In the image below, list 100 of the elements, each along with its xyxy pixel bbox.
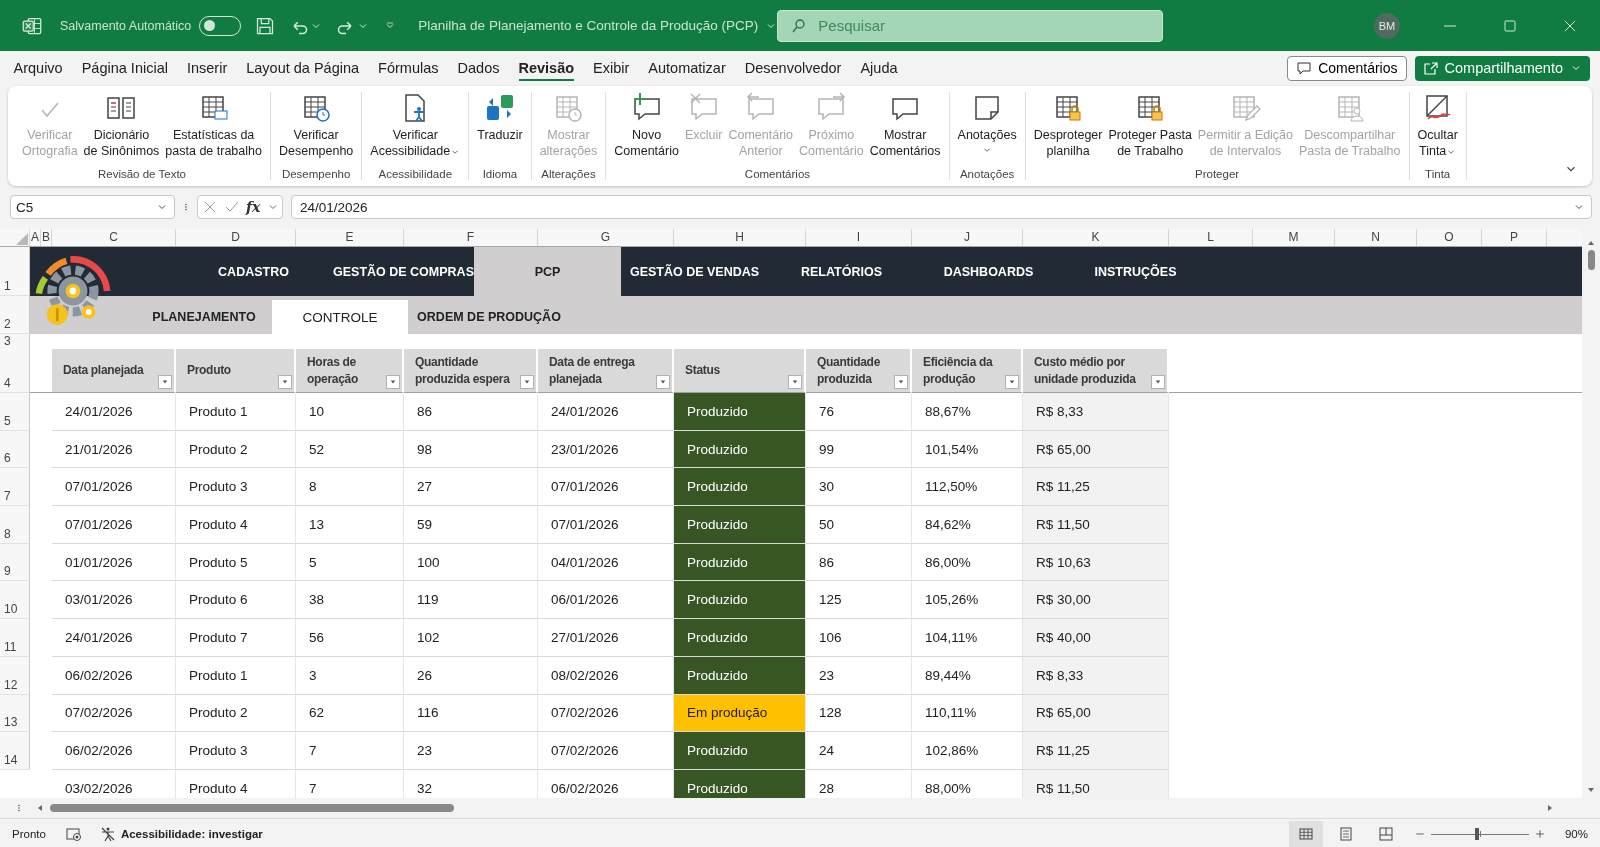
filter-dropdown-button[interactable] <box>158 375 172 389</box>
filter-dropdown-button[interactable] <box>278 375 292 389</box>
nav-tab[interactable]: GESTÃO DE COMPRAS <box>327 247 474 296</box>
cancel-icon[interactable] <box>202 199 218 215</box>
formula-field[interactable]: 24/01/2026 <box>291 195 1592 219</box>
nav-tab[interactable]: RELATÓRIOS <box>768 247 915 296</box>
column-header[interactable]: B <box>41 229 52 246</box>
column-header[interactable]: F <box>404 229 538 246</box>
column-header[interactable]: L <box>1169 229 1253 246</box>
ribbon-button[interactable]: Verificar Acessibilidade <box>367 92 464 159</box>
ribbon-button[interactable]: Novo Comentário <box>611 92 682 159</box>
ribbon-tab[interactable]: Exibir <box>583 54 639 82</box>
column-header[interactable]: C <box>52 229 176 246</box>
nav-tab[interactable]: DASHBOARDS <box>915 247 1062 296</box>
row-header[interactable]: 13 <box>0 694 30 733</box>
ribbon-tab[interactable]: Dados <box>448 54 509 82</box>
maximize-icon[interactable] <box>1502 17 1518 34</box>
ribbon-button[interactable]: Anotações <box>954 92 1020 155</box>
sub-tab[interactable]: ORDEM DE PRODUÇÃO <box>408 300 570 334</box>
ribbon-button[interactable]: Estatísticas da pasta de trabalho <box>162 92 265 159</box>
column-header[interactable]: E <box>296 229 404 246</box>
sub-tab[interactable]: PLANEJAMENTO <box>136 300 272 334</box>
table-cell: R$ 40,00 <box>1023 619 1169 657</box>
scroll-up-icon[interactable] <box>1586 239 1596 247</box>
column-title: Produto <box>176 349 296 393</box>
ribbon-button[interactable]: Desproteger planilha <box>1030 92 1106 159</box>
filter-dropdown-button[interactable] <box>520 375 534 389</box>
column-header[interactable]: D <box>176 229 296 246</box>
ribbon-tab[interactable]: Página Inicial <box>72 54 178 82</box>
row-header[interactable]: 5 <box>0 393 30 431</box>
row-header[interactable]: 12 <box>0 656 30 695</box>
accessibility-icon[interactable] <box>99 826 116 842</box>
ribbon-button[interactable]: Traduzir <box>474 92 526 143</box>
scroll-thumb[interactable] <box>1587 250 1595 270</box>
ribbon-tab[interactable]: Ajuda <box>850 54 908 82</box>
column-header[interactable]: I <box>806 229 912 246</box>
nav-tab[interactable]: INSTRUÇÕES <box>1062 247 1209 296</box>
row-header[interactable]: 11 <box>0 619 30 657</box>
ribbon-tab[interactable]: Arquivo <box>4 54 73 82</box>
ribbon-button[interactable]: Dicionário de Sinônimos <box>80 92 163 159</box>
row-header[interactable]: 6 <box>0 430 30 469</box>
ribbon-tab[interactable]: Layout da Página <box>236 54 369 82</box>
row-header[interactable]: 2 <box>0 296 30 334</box>
row-header[interactable]: 14 <box>0 732 30 770</box>
scroll-left-icon[interactable] <box>36 803 44 813</box>
zoom-slider[interactable] <box>1430 828 1529 840</box>
page-break-icon <box>1377 826 1394 842</box>
nav-tab[interactable]: GESTÃO DE VENDAS <box>621 247 768 296</box>
column-header[interactable]: A <box>30 229 41 246</box>
filter-dropdown-button[interactable] <box>1005 375 1019 389</box>
workbook-title[interactable]: Planilha de Planejamento e Controle da Produção (PCP) <box>418 18 778 33</box>
row-header[interactable]: 8 <box>0 506 30 544</box>
filter-dropdown-button[interactable] <box>656 375 670 389</box>
row-header[interactable]: 9 <box>0 543 30 582</box>
search-field[interactable]: Pesquisar <box>777 9 1164 42</box>
row-header[interactable]: 10 <box>0 581 30 620</box>
view-button[interactable] <box>1288 821 1323 847</box>
ribbon-tab[interactable]: Desenvolvedor <box>735 54 851 82</box>
ribbon-button[interactable]: Verificar Desempenho <box>275 92 357 159</box>
row-header[interactable]: 1 <box>0 247 30 296</box>
table-cell: 10 <box>296 393 404 431</box>
comments-button[interactable]: Comentários <box>1287 55 1407 81</box>
accessibility-status[interactable]: Acessibilidade: investigar <box>120 828 263 840</box>
ribbon-tab[interactable]: Revisão <box>508 54 584 82</box>
ribbon-button[interactable]: Ocultar Tinta <box>1414 92 1461 159</box>
sub-tab[interactable]: CONTROLE <box>272 300 408 334</box>
scroll-down-icon[interactable] <box>1586 786 1596 794</box>
nav-tab[interactable]: CADASTRO <box>180 247 327 296</box>
column-header[interactable]: G <box>538 229 674 246</box>
ribbon-tab[interactable]: Fórmulas <box>368 54 449 82</box>
user-avatar[interactable]: BM <box>1374 12 1400 39</box>
name-box[interactable]: C5 <box>10 195 175 219</box>
save-button[interactable] <box>255 15 276 36</box>
filter-dropdown-button[interactable] <box>1151 375 1165 389</box>
zoom-in-icon[interactable] <box>1534 829 1545 839</box>
table-cell: 01/01/2026 <box>52 543 176 582</box>
column-header[interactable]: J <box>912 229 1023 246</box>
nav-tab[interactable]: PCP <box>474 247 621 296</box>
grid-icon <box>1297 826 1314 842</box>
ribbon-button[interactable]: Proteger Pasta de Trabalho <box>1105 92 1195 159</box>
column-header[interactable]: K <box>1023 229 1169 246</box>
ribbon-button[interactable]: Mostrar Comentários <box>866 92 944 159</box>
column-header[interactable]: H <box>674 229 806 246</box>
column-header[interactable]: O <box>1417 229 1482 246</box>
row-header[interactable]: 4 <box>0 349 30 393</box>
scroll-thumb[interactable] <box>50 804 454 812</box>
share-button[interactable]: Compartilhamento <box>1414 55 1590 81</box>
row-header[interactable]: 7 <box>0 468 30 507</box>
column-header[interactable]: N <box>1335 229 1417 246</box>
insert-function-button[interactable]: fx <box>246 199 261 215</box>
scroll-right-icon[interactable] <box>1546 803 1554 813</box>
macro-record-icon[interactable] <box>65 826 82 842</box>
column-header[interactable]: P <box>1482 229 1547 246</box>
ribbon-tab[interactable]: Inserir <box>177 54 237 82</box>
filter-dropdown-button[interactable] <box>386 375 400 389</box>
filter-dropdown-button[interactable] <box>788 375 802 389</box>
zoom-level[interactable]: 90% <box>1564 828 1588 840</box>
filter-dropdown-button[interactable] <box>894 375 908 389</box>
ribbon-tab[interactable]: Automatizar <box>638 54 736 82</box>
column-header[interactable]: M <box>1253 229 1335 246</box>
